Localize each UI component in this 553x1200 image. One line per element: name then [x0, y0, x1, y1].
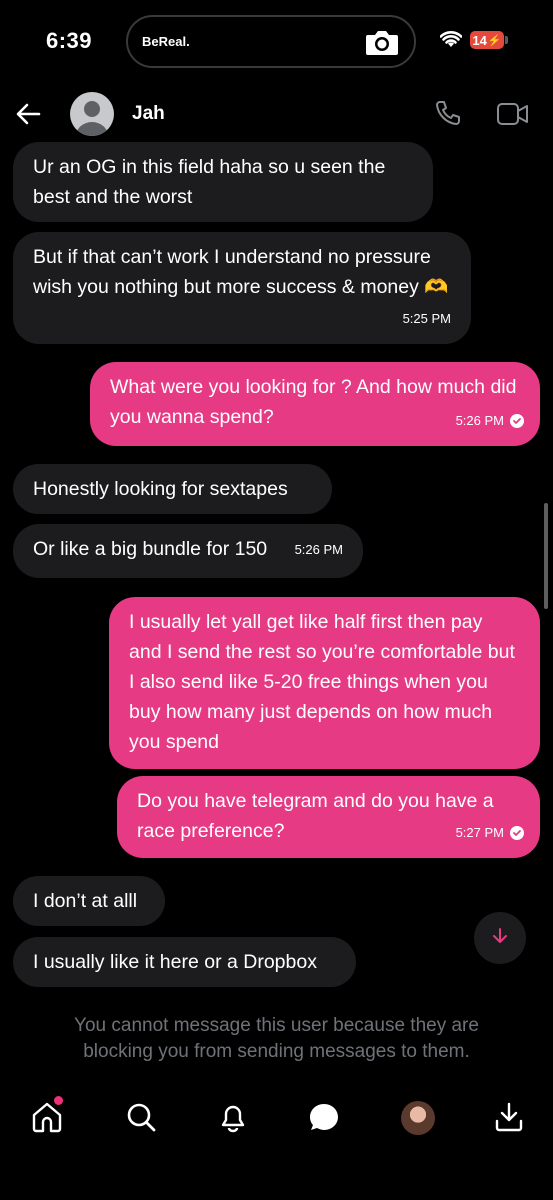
bell-icon[interactable]: [216, 1100, 250, 1139]
message-incoming[interactable]: I usually like it here or a Dropbox: [13, 937, 356, 987]
message-outgoing[interactable]: I usually let yall get like half first t…: [109, 597, 540, 769]
back-arrow-icon[interactable]: [14, 100, 42, 133]
wifi-icon: [439, 31, 463, 54]
profile-avatar[interactable]: [401, 1101, 435, 1135]
message-timestamp: 5:26 PM: [294, 542, 343, 557]
home-icon[interactable]: [30, 1100, 64, 1139]
message-incoming[interactable]: But if that can’t work I understand no p…: [13, 232, 471, 344]
battery-level: 14: [472, 32, 487, 48]
message-text: I usually let yall get like half first t…: [129, 611, 515, 753]
message-text: Or like a big bundle for 150: [33, 538, 268, 560]
messages-icon[interactable]: [307, 1100, 341, 1139]
battery-indicator: 14 ⚡: [470, 31, 504, 49]
message-text: Ur an OG in this field haha so u seen th…: [33, 156, 386, 208]
search-icon[interactable]: [124, 1100, 158, 1139]
timestamp-text: 5:27 PM: [455, 825, 504, 840]
message-outgoing[interactable]: What were you looking for ? And how much…: [90, 362, 540, 446]
status-time: 6:39: [46, 28, 93, 53]
contact-name[interactable]: Jah: [132, 103, 165, 125]
arrow-down-icon: [490, 926, 510, 951]
message-timestamp: 5:25 PM: [402, 311, 451, 326]
scrollbar[interactable]: [544, 503, 548, 609]
battery-tip: [505, 36, 508, 44]
message-timestamp: 5:27 PM: [456, 818, 524, 848]
timestamp-text: 5:26 PM: [455, 413, 504, 428]
video-call-icon[interactable]: [496, 101, 530, 132]
message-incoming[interactable]: Honestly looking for sextapes: [13, 464, 332, 514]
message-incoming[interactable]: Ur an OG in this field haha so u seen th…: [13, 142, 433, 222]
scroll-to-bottom-button[interactable]: [474, 912, 526, 964]
message-text: I usually like it here or a Dropbox: [33, 951, 317, 973]
camera-icon: [364, 27, 400, 62]
message-text: I don’t at alll: [33, 890, 138, 912]
notification-dot: [54, 1096, 63, 1105]
dynamic-island[interactable]: BeReal.: [126, 15, 416, 68]
message-outgoing[interactable]: Do you have telegram and do you have a r…: [117, 776, 540, 858]
message-text: Honestly looking for sextapes: [33, 478, 288, 500]
contact-avatar[interactable]: [70, 92, 114, 136]
charging-icon: ⚡: [487, 34, 502, 47]
read-check-icon: [510, 826, 524, 840]
message-incoming[interactable]: Or like a big bundle for 150 5:26 PM: [13, 524, 363, 578]
message-incoming[interactable]: I don’t at alll: [13, 876, 165, 926]
message-timestamp: 5:26 PM: [456, 406, 524, 436]
island-app-label: BeReal.: [142, 34, 190, 49]
read-check-icon: [510, 414, 524, 428]
blocked-notice: You cannot message this user because the…: [74, 1015, 479, 1062]
phone-icon[interactable]: [432, 99, 462, 134]
message-text: But if that can’t work I understand no p…: [33, 246, 449, 298]
download-icon[interactable]: [493, 1100, 525, 1139]
message-text: Do you have telegram and do you have a r…: [137, 790, 494, 842]
